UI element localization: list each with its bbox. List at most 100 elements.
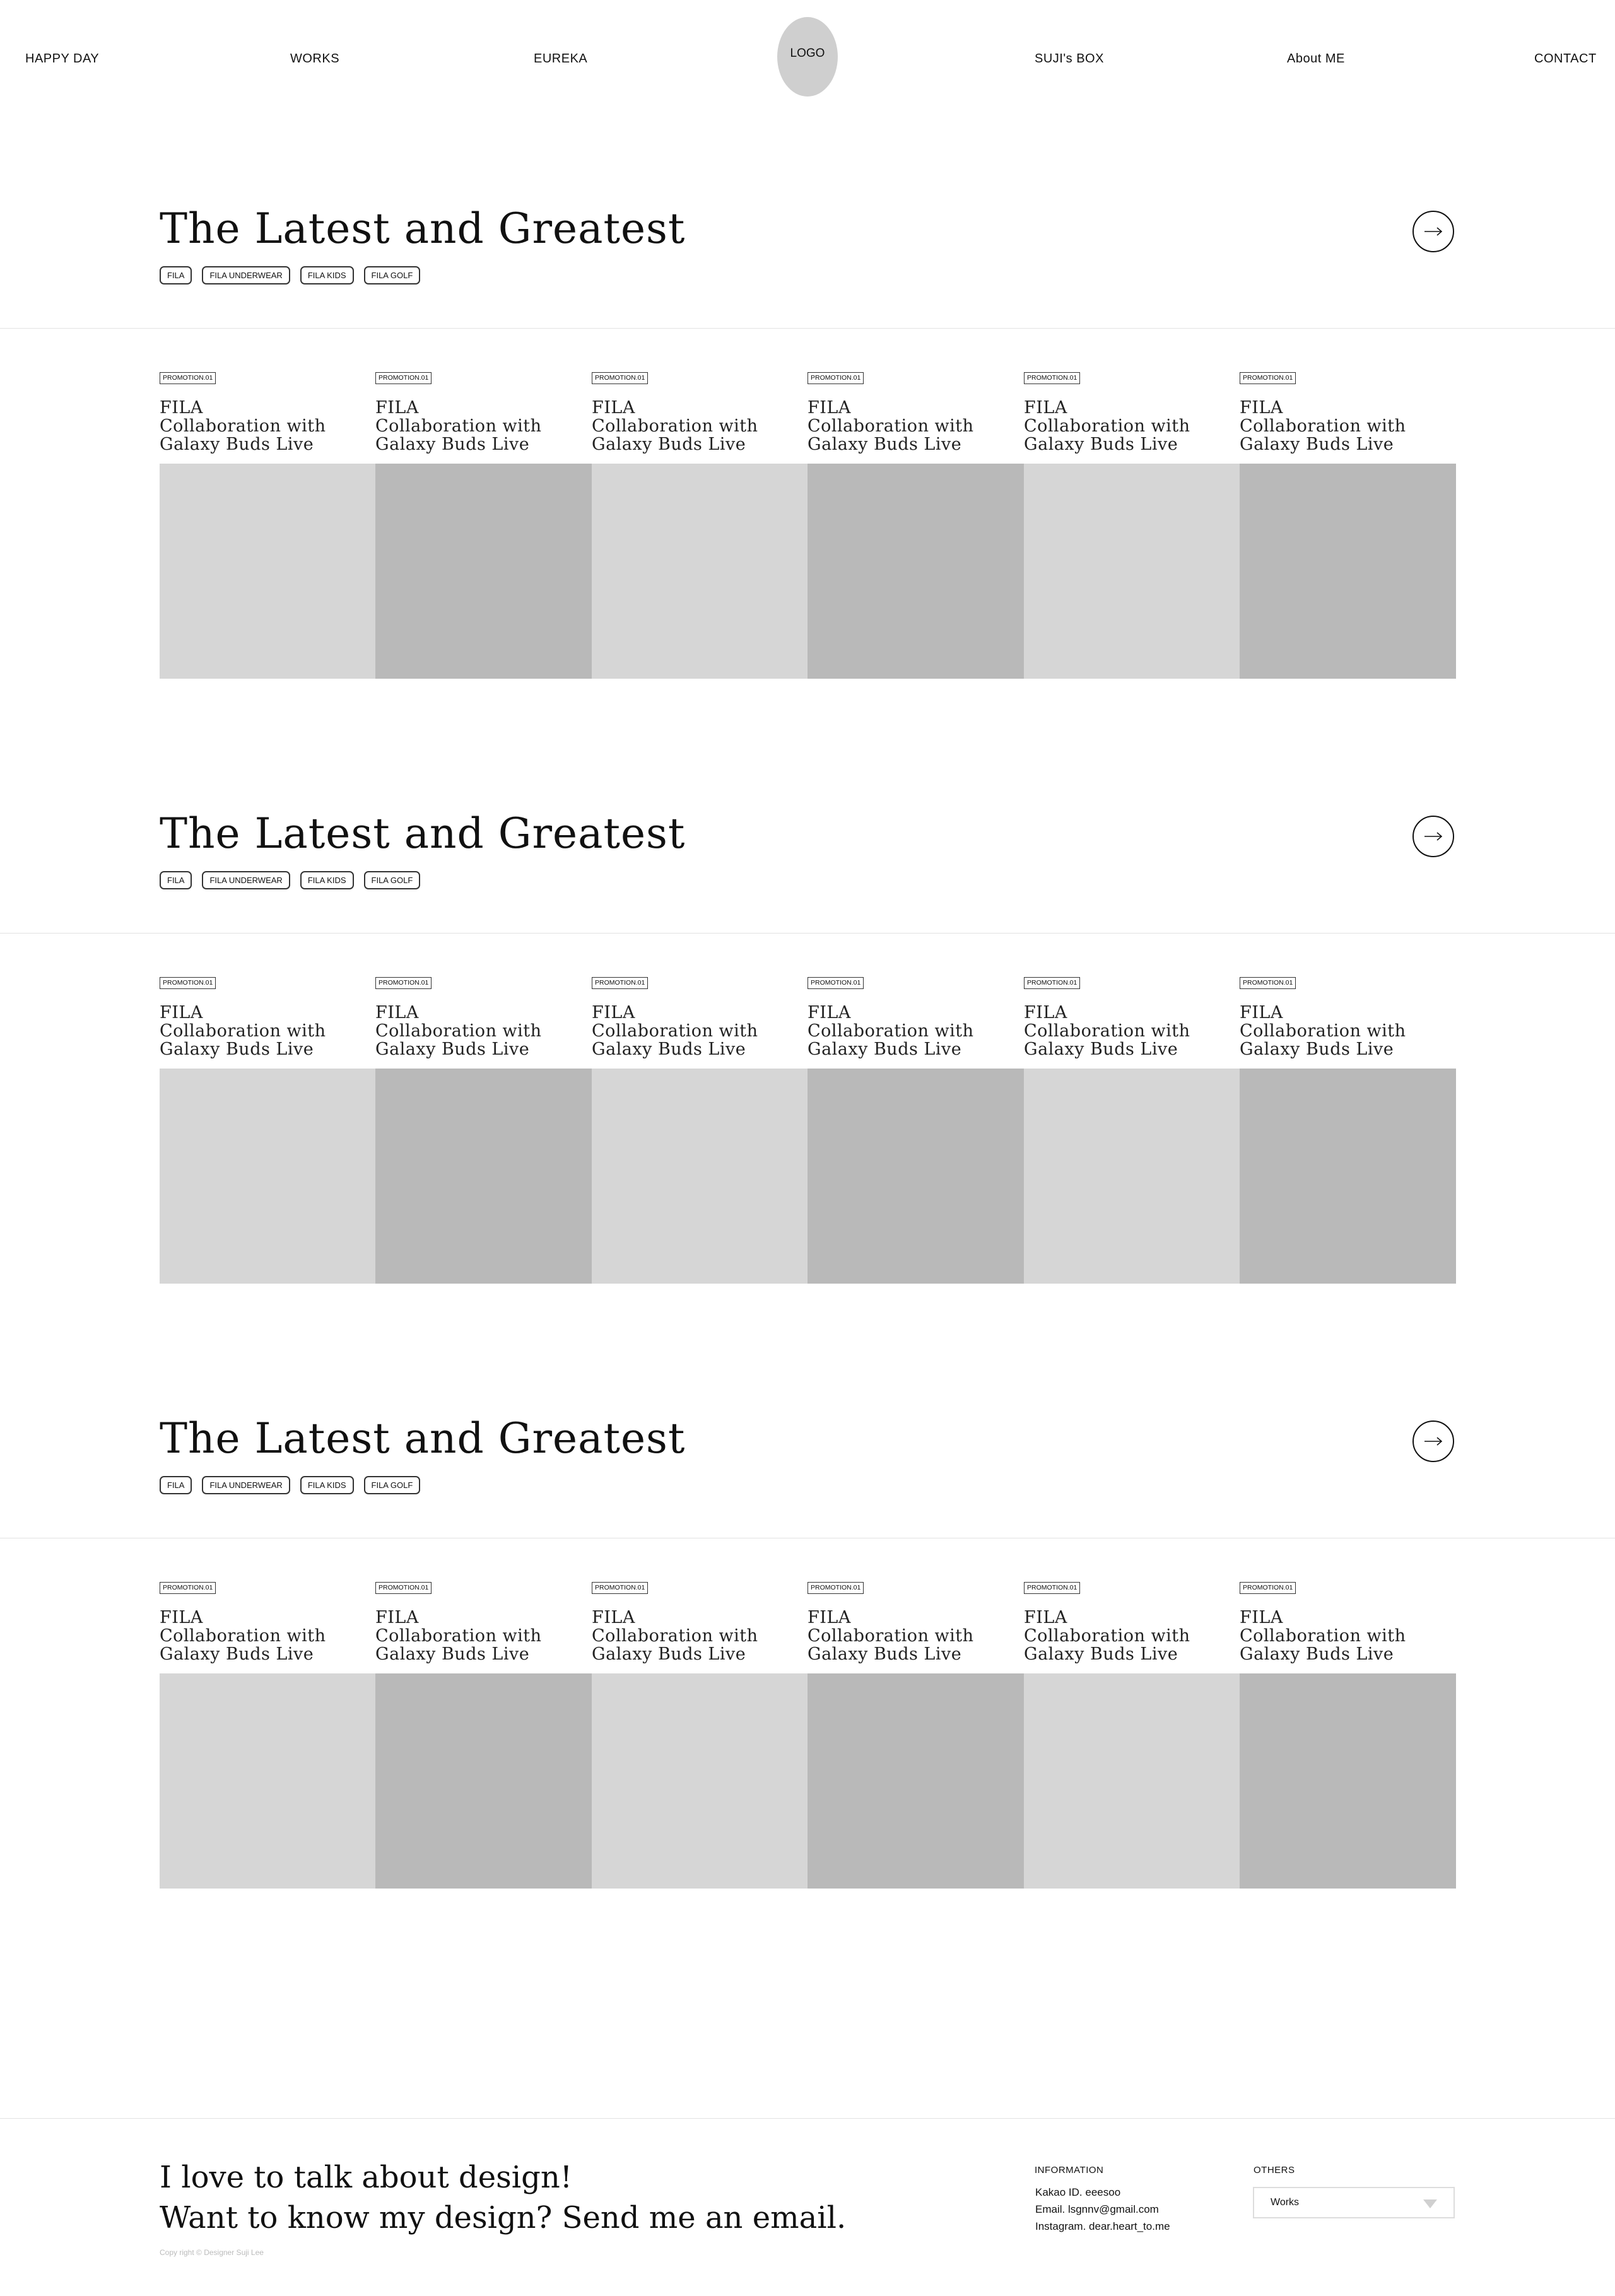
project-card[interactable]: PROMOTION.01 FILA Collaboration with Galaxy… bbox=[808, 1582, 1024, 1905]
promotion-badge: PROMOTION.01 bbox=[1240, 977, 1296, 989]
copyright: Copy right © Designer Suji Lee bbox=[160, 2248, 264, 2257]
card-title: FILA Collaboration with Galaxy Buds Live bbox=[1240, 1004, 1406, 1058]
filter-tag[interactable]: FILA GOLF bbox=[363, 1476, 421, 1494]
filter-tag[interactable]: FILA GOLF bbox=[363, 871, 421, 889]
nav-item-works[interactable]: WORKS bbox=[290, 52, 339, 66]
email-link[interactable]: Email. lsgnnv@gmail.com bbox=[1035, 2203, 1159, 2216]
footer-message: I love to talk about design! Want to kno… bbox=[160, 2157, 846, 2238]
card-title-line3: Galaxy Buds Live bbox=[808, 1040, 962, 1059]
card-title-line1: FILA bbox=[1024, 1003, 1067, 1022]
tag-list: FILA FILA UNDERWEAR FILA KIDS FILA GOLF bbox=[160, 871, 421, 889]
card-title-line2: Collaboration with bbox=[375, 1021, 542, 1041]
project-card[interactable]: PROMOTION.01 FILA Collaboration with Galaxy… bbox=[160, 372, 376, 695]
card-title-line2: Collaboration with bbox=[160, 416, 326, 436]
card-title-line1: FILA bbox=[1024, 398, 1067, 418]
project-card[interactable]: PROMOTION.01 FILA Collaboration with Galaxy… bbox=[1024, 977, 1240, 1300]
project-card[interactable]: PROMOTION.01 FILA Collaboration with Galaxy… bbox=[592, 1582, 808, 1905]
filter-tag[interactable]: FILA GOLF bbox=[363, 266, 421, 284]
card-title-line2: Collaboration with bbox=[808, 1626, 974, 1646]
section-divider bbox=[0, 933, 1615, 934]
card-title-line2: Collaboration with bbox=[592, 416, 758, 436]
card-title-line1: FILA bbox=[592, 398, 635, 418]
filter-tag[interactable]: FILA bbox=[160, 1476, 192, 1494]
promotion-badge: PROMOTION.01 bbox=[808, 977, 864, 989]
card-title: FILA Collaboration with Galaxy Buds Live bbox=[375, 1608, 542, 1663]
card-title: FILA Collaboration with Galaxy Buds Live bbox=[592, 399, 758, 454]
project-card[interactable]: PROMOTION.01 FILA Collaboration with Galaxy… bbox=[1240, 1582, 1456, 1905]
promotion-badge: PROMOTION.01 bbox=[160, 1582, 216, 1594]
project-card[interactable]: PROMOTION.01 FILA Collaboration with Galaxy… bbox=[1240, 372, 1456, 695]
nav-item-happy-day[interactable]: HAPPY DAY bbox=[25, 52, 99, 66]
project-card[interactable]: PROMOTION.01 FILA Collaboration with Galaxy… bbox=[808, 977, 1024, 1300]
filter-tag[interactable]: FILA UNDERWEAR bbox=[202, 266, 290, 284]
card-title-line1: FILA bbox=[808, 398, 851, 418]
footer-message-line2: Want to know my design? Send me an email… bbox=[160, 2200, 847, 2235]
project-card[interactable]: PROMOTION.01 FILA Collaboration with Galaxy… bbox=[160, 1582, 376, 1905]
card-title-line1: FILA bbox=[1240, 1003, 1283, 1022]
information-title: INFORMATION bbox=[1035, 2165, 1104, 2176]
project-card[interactable]: PROMOTION.01 FILA Collaboration with Galaxy… bbox=[375, 1582, 592, 1905]
project-card[interactable]: PROMOTION.01 FILA Collaboration with Galaxy… bbox=[1024, 1582, 1240, 1905]
card-image-placeholder bbox=[1024, 1069, 1240, 1284]
promotion-badge: PROMOTION.01 bbox=[592, 1582, 649, 1594]
project-card[interactable]: PROMOTION.01 FILA Collaboration with Galaxy… bbox=[592, 372, 808, 695]
card-title: FILA Collaboration with Galaxy Buds Live bbox=[1240, 1608, 1406, 1663]
filter-tag[interactable]: FILA KIDS bbox=[300, 1476, 354, 1494]
promotion-badge: PROMOTION.01 bbox=[592, 372, 649, 384]
project-card[interactable]: PROMOTION.01 FILA Collaboration with Galaxy… bbox=[592, 977, 808, 1300]
promotion-badge: PROMOTION.01 bbox=[375, 977, 432, 989]
card-title: FILA Collaboration with Galaxy Buds Live bbox=[808, 1608, 974, 1663]
card-title-line3: Galaxy Buds Live bbox=[808, 435, 962, 454]
card-title: FILA Collaboration with Galaxy Buds Live bbox=[808, 399, 974, 454]
instagram-link[interactable]: Instagram. dear.heart_to.me bbox=[1035, 2220, 1170, 2233]
promotion-badge: PROMOTION.01 bbox=[1024, 1582, 1081, 1594]
filter-tag[interactable]: FILA KIDS bbox=[300, 871, 354, 889]
card-title-line3: Galaxy Buds Live bbox=[1024, 1644, 1178, 1664]
card-title-line3: Galaxy Buds Live bbox=[592, 1644, 746, 1664]
card-title: FILA Collaboration with Galaxy Buds Live bbox=[160, 1004, 326, 1058]
filter-tag[interactable]: FILA UNDERWEAR bbox=[202, 1476, 290, 1494]
project-card[interactable]: PROMOTION.01 FILA Collaboration with Galaxy… bbox=[375, 372, 592, 695]
section-more-button[interactable] bbox=[1412, 1420, 1454, 1462]
nav-item-eureka[interactable]: EUREKA bbox=[534, 52, 587, 66]
filter-tag[interactable]: FILA KIDS bbox=[300, 266, 354, 284]
logo-text: LOGO bbox=[790, 47, 825, 60]
card-title-line1: FILA bbox=[375, 1608, 419, 1627]
card-image-placeholder bbox=[160, 464, 376, 679]
card-title-line3: Galaxy Buds Live bbox=[160, 435, 314, 454]
nav-item-contact[interactable]: CONTACT bbox=[1534, 52, 1597, 66]
section-divider bbox=[0, 328, 1615, 329]
card-image-placeholder bbox=[1240, 464, 1456, 679]
section-more-button[interactable] bbox=[1412, 211, 1454, 252]
card-title-line2: Collaboration with bbox=[375, 416, 542, 436]
project-card[interactable]: PROMOTION.01 FILA Collaboration with Galaxy… bbox=[1024, 372, 1240, 695]
card-title: FILA Collaboration with Galaxy Buds Live bbox=[592, 1004, 758, 1058]
project-card[interactable]: PROMOTION.01 FILA Collaboration with Galaxy… bbox=[375, 977, 592, 1300]
promotion-badge: PROMOTION.01 bbox=[808, 372, 864, 384]
card-title-line3: Galaxy Buds Live bbox=[375, 1040, 530, 1059]
card-title: FILA Collaboration with Galaxy Buds Live bbox=[1024, 1004, 1190, 1058]
nav-item-sujis-box[interactable]: SUJI's BOX bbox=[1035, 52, 1104, 66]
filter-tag[interactable]: FILA bbox=[160, 266, 192, 284]
filter-tag[interactable]: FILA UNDERWEAR bbox=[202, 871, 290, 889]
card-title-line2: Collaboration with bbox=[1240, 416, 1406, 436]
card-title-line3: Galaxy Buds Live bbox=[375, 1644, 530, 1664]
filter-tag[interactable]: FILA bbox=[160, 871, 192, 889]
logo[interactable]: LOGO bbox=[777, 17, 838, 97]
project-card[interactable]: PROMOTION.01 FILA Collaboration with Galaxy… bbox=[808, 372, 1024, 695]
others-select[interactable]: Works bbox=[1253, 2187, 1455, 2218]
card-image-placeholder bbox=[1240, 1673, 1456, 1889]
project-card[interactable]: PROMOTION.01 FILA Collaboration with Galaxy… bbox=[1240, 977, 1456, 1300]
project-card[interactable]: PROMOTION.01 FILA Collaboration with Galaxy… bbox=[160, 977, 376, 1300]
card-row: PROMOTION.01 FILA Collaboration with Galaxy… bbox=[160, 1582, 1456, 1905]
nav-item-about-me[interactable]: About ME bbox=[1287, 52, 1345, 66]
card-title-line1: FILA bbox=[808, 1608, 851, 1627]
card-title-line2: Collaboration with bbox=[1240, 1626, 1406, 1646]
promotion-badge: PROMOTION.01 bbox=[1024, 977, 1081, 989]
card-title-line2: Collaboration with bbox=[1240, 1021, 1406, 1041]
tag-list: FILA FILA UNDERWEAR FILA KIDS FILA GOLF bbox=[160, 1476, 421, 1494]
section-more-button[interactable] bbox=[1412, 816, 1454, 857]
card-title-line3: Galaxy Buds Live bbox=[1240, 1040, 1394, 1059]
works-section: The Latest and Greatest FILA FILA UNDERWEA… bbox=[0, 1418, 1615, 1889]
card-image-placeholder bbox=[375, 1673, 592, 1889]
